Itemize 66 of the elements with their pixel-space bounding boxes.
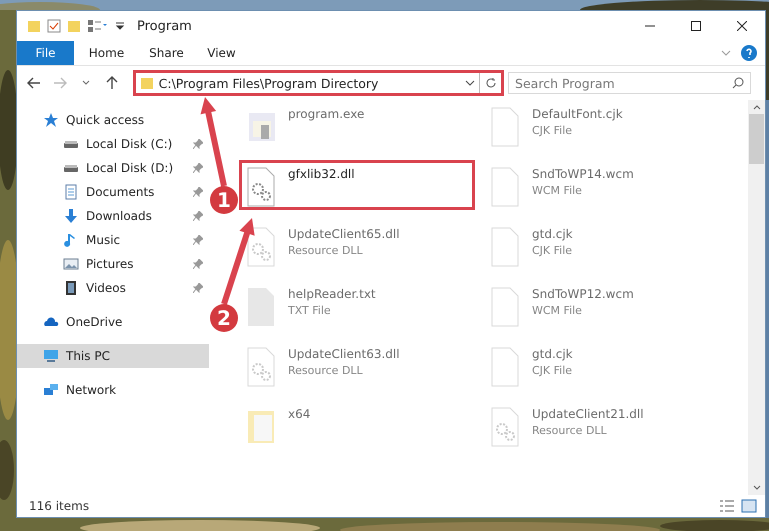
file-item[interactable]: gfxlib32.dll [239, 160, 475, 210]
pin-icon[interactable] [193, 187, 203, 197]
back-arrow-icon [26, 77, 41, 89]
sidebar-item[interactable]: Network [17, 378, 209, 402]
ribbon-tab[interactable]: Share [139, 41, 194, 65]
search-icon[interactable] [732, 77, 744, 89]
document-icon [63, 184, 79, 200]
film-icon [63, 280, 79, 296]
file-item[interactable]: helpReader.txt TXT File [239, 280, 483, 340]
large-icons-view-icon[interactable] [741, 499, 757, 513]
pin-icon[interactable] [193, 235, 203, 245]
file-item[interactable]: UpdateClient65.dll Resource DLL [239, 220, 483, 280]
file-item[interactable]: DefaultFont.cjk CJK File [483, 100, 727, 160]
address-path: C:\Program Files\Program Directory [158, 76, 378, 90]
sidebar-item[interactable]: Pictures [17, 252, 209, 276]
sidebar-item[interactable]: OneDrive [17, 310, 209, 334]
up-arrow-icon [106, 76, 118, 90]
star-icon [43, 112, 59, 128]
pin-icon[interactable] [193, 163, 203, 173]
sidebar-item[interactable]: Videos [17, 276, 209, 300]
ribbon-tab[interactable]: File [17, 41, 74, 65]
file-item[interactable]: SndToWP12.wcm WCM File [483, 280, 727, 340]
search-field[interactable]: Search Program [508, 72, 751, 94]
sidebar-item[interactable]: Local Disk (D:) [17, 156, 209, 180]
chevron-down-icon [82, 80, 90, 86]
step-badge: 1 [210, 186, 238, 214]
network-icon [43, 382, 59, 398]
checklist-icon[interactable] [47, 19, 61, 33]
pin-icon[interactable] [193, 139, 203, 149]
address-bar[interactable]: C:\Program Files\Program Directory [132, 70, 504, 96]
view-menu-icon[interactable] [87, 19, 109, 33]
sidebar-item[interactable]: Downloads [17, 204, 209, 228]
help-icon[interactable] [741, 45, 757, 61]
sidebar-item[interactable]: Local Disk (C:) [17, 132, 209, 156]
close-icon [737, 21, 747, 31]
download-icon [63, 208, 79, 224]
sidebar-item[interactable]: Music [17, 228, 209, 252]
computer-icon [43, 348, 59, 364]
forward-arrow-icon [52, 77, 67, 89]
step-badge: 2 [210, 304, 238, 332]
pin-icon[interactable] [193, 259, 203, 269]
file-item[interactable]: gtd.cjk CJK File [483, 340, 727, 400]
window-title: Program [137, 18, 192, 34]
file-item[interactable]: gtd.cjk CJK File [483, 220, 727, 280]
file-item[interactable]: program.exe [239, 100, 483, 160]
chevron-down-icon[interactable] [465, 79, 476, 87]
file-item[interactable]: UpdateClient21.dll Resource DLL [483, 400, 727, 460]
file-item[interactable]: x64 [239, 400, 483, 460]
file-item[interactable]: SndToWP14.wcm WCM File [483, 160, 727, 220]
refresh-icon [484, 77, 497, 89]
pictures-icon [63, 256, 79, 272]
maximize-icon [691, 21, 701, 31]
folder-icon [140, 76, 154, 90]
sidebar-item[interactable]: Quick access [17, 108, 209, 132]
sidebar-item[interactable]: Documents [17, 180, 209, 204]
sidebar-item[interactable]: This PC [17, 344, 209, 368]
pin-icon[interactable] [193, 211, 203, 221]
scrollbar[interactable] [748, 100, 765, 495]
ribbon-tab[interactable]: View [194, 41, 249, 65]
details-view-icon[interactable] [719, 499, 735, 513]
pin-icon[interactable] [193, 283, 203, 293]
scrollbar-thumb[interactable] [749, 114, 764, 164]
file-item[interactable]: UpdateClient63.dll Resource DLL [239, 340, 483, 400]
ribbon-tab[interactable]: Home [74, 41, 139, 65]
customize-icon[interactable] [115, 21, 125, 31]
item-count: 116 items [29, 499, 90, 513]
